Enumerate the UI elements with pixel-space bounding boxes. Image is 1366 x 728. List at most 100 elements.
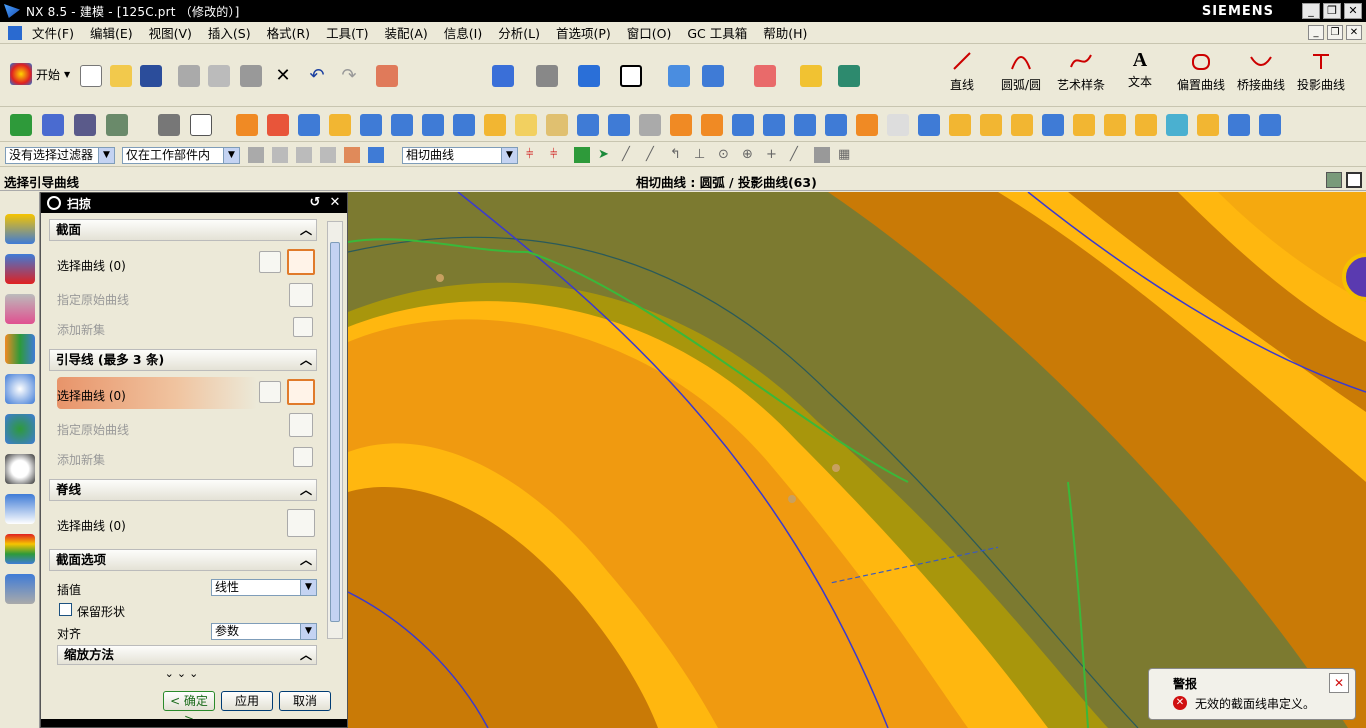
specify-origin-button[interactable]	[289, 413, 313, 437]
end-point-icon[interactable]: ╱	[622, 147, 638, 163]
ok-button[interactable]: < 确定 >	[163, 691, 215, 726]
unite-icon[interactable]	[360, 114, 382, 136]
color-filter-icon[interactable]	[296, 147, 312, 163]
hd3d-tools-tab-icon[interactable]	[4, 374, 35, 404]
quadrant-point-icon[interactable]: ⊕	[742, 147, 758, 163]
snap-point-icon[interactable]	[574, 147, 590, 163]
mesh-icon[interactable]	[794, 114, 816, 136]
menu-help[interactable]: 帮助(H)	[755, 23, 815, 42]
sweep-icon[interactable]	[329, 114, 351, 136]
menu-assembly[interactable]: 装配(A)	[376, 23, 435, 42]
menu-preferences[interactable]: 首选项(P)	[548, 23, 619, 42]
mid-point-icon[interactable]: ╱	[646, 147, 662, 163]
arc-tool[interactable]: 圆弧/圆	[996, 49, 1046, 93]
menu-insert[interactable]: 插入(S)	[200, 23, 259, 42]
menu-info[interactable]: 信息(I)	[436, 23, 490, 42]
section-handle-3[interactable]	[788, 495, 796, 503]
menu-format[interactable]: 格式(R)	[259, 23, 318, 42]
add-set-button[interactable]	[293, 447, 313, 467]
guide-select-curve[interactable]: 选择曲线 (0)	[57, 387, 126, 404]
thread-icon[interactable]	[639, 114, 661, 136]
bridge-curve-tool[interactable]: 桥接曲线	[1232, 49, 1290, 93]
follow-fillet-icon[interactable]: ⫩	[550, 147, 566, 163]
doc-minimize-button[interactable]: _	[1308, 25, 1324, 40]
roles-tab-icon[interactable]	[4, 574, 35, 604]
restore-button[interactable]: ❐	[1323, 3, 1341, 19]
doc-restore-button[interactable]: ❐	[1327, 25, 1343, 40]
menu-analysis[interactable]: 分析(L)	[490, 23, 548, 42]
assembly-navigator-icon[interactable]	[74, 114, 96, 136]
dialog-scrollbar[interactable]	[327, 221, 343, 639]
trim-body-icon[interactable]	[453, 114, 475, 136]
reuse-library-tab-icon[interactable]	[4, 334, 35, 364]
select-guide-button[interactable]	[287, 379, 315, 405]
doc-close-button[interactable]: ✕	[1346, 25, 1362, 40]
draft-icon[interactable]	[546, 114, 568, 136]
wcs-icon[interactable]	[702, 65, 724, 87]
spine-header[interactable]: 脊线 ︿	[49, 479, 317, 501]
filter-reset-icon[interactable]	[248, 147, 264, 163]
new-file-icon[interactable]	[80, 65, 102, 87]
model-canvas[interactable]	[348, 192, 1366, 728]
chamfer-icon[interactable]	[515, 114, 537, 136]
extension-icon[interactable]	[856, 114, 878, 136]
undo-icon[interactable]: ↶	[306, 65, 328, 87]
stop-at-intersection-icon[interactable]: ⫩	[526, 147, 542, 163]
styled-blend-icon[interactable]	[1104, 114, 1126, 136]
part-navigator-icon[interactable]	[42, 114, 64, 136]
datum-icon[interactable]	[106, 114, 128, 136]
bounded-plane-icon[interactable]	[825, 114, 847, 136]
constraint-navigator-tab-icon[interactable]	[4, 254, 35, 284]
assembly-navigator-tab-icon[interactable]	[4, 214, 35, 244]
curve-rule-icon[interactable]	[259, 381, 281, 403]
apply-button[interactable]: 应用	[221, 691, 273, 711]
specify-origin-button[interactable]	[289, 283, 313, 307]
offset-face-icon[interactable]	[732, 114, 754, 136]
start-button[interactable]: 开始 ▼	[10, 63, 70, 85]
text-tool[interactable]: A 文本	[1118, 49, 1162, 90]
graphics-window[interactable]	[348, 192, 1366, 728]
trim-sheet-icon[interactable]	[1011, 114, 1033, 136]
more-options-icon[interactable]: ⌄⌄⌄	[49, 667, 317, 681]
replace-face-icon[interactable]	[1228, 114, 1250, 136]
bounding-box-icon[interactable]: ▦	[838, 147, 854, 163]
forward-arrow-icon[interactable]: ➤	[598, 147, 614, 163]
revolve-icon[interactable]	[267, 114, 289, 136]
sew-icon[interactable]	[918, 114, 940, 136]
point-on-curve-icon[interactable]: ╱	[790, 147, 806, 163]
save-icon[interactable]	[140, 65, 162, 87]
arc-center-icon[interactable]: ⊙	[718, 147, 734, 163]
menu-edit[interactable]: 编辑(E)	[82, 23, 141, 42]
redo-icon[interactable]: ↷	[338, 65, 360, 87]
dialog-close-button[interactable]: ✕	[327, 195, 343, 211]
existing-point-icon[interactable]: +	[766, 147, 782, 163]
menu-tools[interactable]: 工具(T)	[318, 23, 376, 42]
selection-arrow-icon[interactable]	[838, 65, 860, 87]
control-point-icon[interactable]: ↰	[670, 147, 686, 163]
menu-view[interactable]: 视图(V)	[141, 23, 200, 42]
menu-window[interactable]: 窗口(O)	[619, 23, 680, 42]
history-tab-icon[interactable]	[4, 454, 35, 484]
cancel-button[interactable]: 取消	[279, 691, 331, 711]
part-navigator-tab-icon[interactable]	[4, 294, 35, 324]
intersection-point-icon[interactable]: ⊥	[694, 147, 710, 163]
alignment-select[interactable]: 参数 ▼	[211, 623, 317, 640]
feature-selection-icon[interactable]	[368, 147, 384, 163]
patch-icon[interactable]	[949, 114, 971, 136]
web-browser-tab-icon[interactable]	[4, 414, 35, 444]
project-curve-tool[interactable]: 投影曲线	[1292, 49, 1350, 93]
general-filter-icon[interactable]	[272, 147, 288, 163]
hole-icon[interactable]	[608, 114, 630, 136]
menu-file[interactable]: 文件(F)	[24, 23, 82, 42]
select-curve-button[interactable]	[287, 249, 315, 275]
intersect-icon[interactable]	[422, 114, 444, 136]
offset-curve-tool[interactable]: 偏置曲线	[1172, 49, 1230, 93]
add-set-button[interactable]	[293, 317, 313, 337]
check-icon[interactable]	[10, 114, 32, 136]
copy-icon[interactable]	[208, 65, 230, 87]
background-icon[interactable]	[620, 65, 642, 87]
law-extension-icon[interactable]	[1135, 114, 1157, 136]
x-form-icon[interactable]	[1197, 114, 1219, 136]
repeat-command-icon[interactable]	[376, 65, 398, 87]
mirror-icon[interactable]	[701, 114, 723, 136]
